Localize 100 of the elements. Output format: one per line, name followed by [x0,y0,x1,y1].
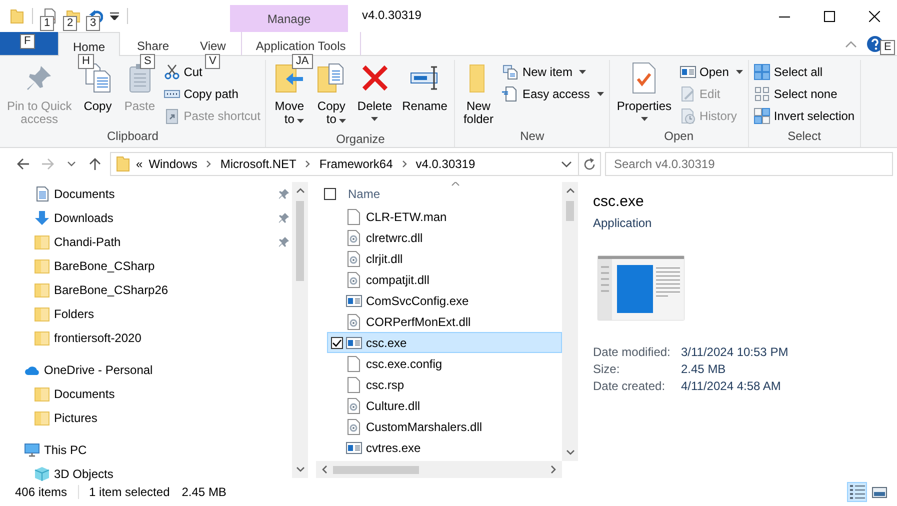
gear-file-icon [346,250,362,266]
nav-item[interactable]: Documents [0,182,292,206]
keytip: 1 [40,16,54,31]
file-row[interactable]: CORPerfMonExt.dll [327,311,562,332]
open-icon [680,64,696,80]
keytip: E [880,40,896,55]
nav-item[interactable]: Downloads [0,206,292,230]
file-row[interactable]: csc.rsp [327,374,562,395]
folder-icon [34,410,50,426]
dropdown-icon [561,160,572,168]
file-icon [346,208,362,224]
window-icon [346,440,362,456]
ribbon-button[interactable]: New item [500,62,606,82]
scroll-left-icon [322,465,327,474]
scrollbar-thumb[interactable] [333,466,419,474]
gear-file-icon [346,230,362,246]
contextual-tab-header: Manage [230,5,348,32]
ribbon-tab[interactable]: Share [120,32,186,55]
nav-item[interactable]: 3D Objects [0,462,292,486]
ribbon-button[interactable]: Copy to [311,60,352,132]
sort-caret-icon [451,182,460,186]
scroll-down-icon [566,450,574,455]
group-label: Select [786,129,822,145]
file-row[interactable]: ComSvcConfig.exe [327,290,562,311]
folder-icon [34,282,50,298]
nav-item[interactable]: Documents [0,382,292,406]
chevron-icon [305,160,310,168]
select-all-icon [754,64,770,80]
ribbon-button[interactable]: Select none [752,84,857,104]
keytip: S [140,54,156,69]
file-row[interactable]: csc.exe.config [327,353,562,374]
chevron-icon [206,160,212,168]
scrollbar-thumb[interactable] [296,201,304,281]
refresh-icon [583,158,596,170]
refresh-button[interactable] [579,152,601,176]
new-item-icon [502,64,518,80]
keytip: JA [292,54,313,69]
nav-item[interactable]: BareBone_CSharp26 [0,278,292,302]
status-text: 1 item selected [89,485,170,499]
scrollbar[interactable] [292,182,308,478]
ribbon-button[interactable]: Properties [612,60,676,123]
select-all-checkbox[interactable] [324,188,336,200]
file-row[interactable]: clretwrc.dll [327,227,562,248]
file-row[interactable]: cvtres.exe [327,437,562,458]
address-bar[interactable]: « Windows Microsoft.NET Framework64 v4.0.30319 [110,152,579,176]
file-row[interactable]: CustomMarshalers.dll [327,416,562,437]
search-field[interactable]: Search v4.0.30319 [605,152,893,176]
breadcrumb[interactable]: Windows [148,157,198,171]
back-icon [16,157,30,171]
nav-item[interactable]: BareBone_CSharp [0,254,292,278]
details-view-button[interactable] [847,482,867,502]
ribbon-tab[interactable]: Home [58,32,120,56]
ribbon-tab[interactable]: Application Tools [254,32,347,55]
breadcrumb[interactable]: Framework64 [319,157,393,171]
file-row[interactable]: clrjit.dll [327,248,562,269]
nav-item[interactable]: Chandi-Path [0,230,292,254]
scroll-down-icon [296,467,304,472]
nav-item[interactable]: Folders [0,302,292,326]
file-row[interactable]: CLR-ETW.man [327,206,562,227]
ribbon-button[interactable]: New folder [458,60,498,128]
ribbon-tab[interactable]: View [185,32,241,55]
ribbon-button[interactable]: Delete [353,60,396,123]
file-row[interactable]: csc.exe [327,332,562,353]
ribbon-button[interactable]: Easy access [500,84,606,104]
breadcrumb[interactable]: v4.0.30319 [416,157,476,171]
nav-item[interactable]: Pictures [0,406,292,430]
file-row[interactable]: compatjit.dll [327,269,562,290]
scrollbar-thumb[interactable] [566,201,574,221]
forward-icon [40,157,54,171]
folder-icon [34,330,50,346]
close-icon [869,10,880,22]
nav-item[interactable]: OneDrive - Personal [0,358,292,382]
ribbon-button[interactable]: Copy path [162,84,262,104]
ribbon-button[interactable]: Select all [752,62,857,82]
nav-item[interactable]: frontiersoft-2020 [0,326,292,350]
ribbon-button[interactable]: Invert selection [752,106,857,126]
nav-item[interactable]: This PC [0,438,292,462]
scrollbar[interactable] [562,182,578,461]
row-checkbox[interactable] [331,336,343,348]
property-value: 3/11/2024 10:53 PM [681,345,790,359]
scrollbar[interactable] [316,461,562,478]
breadcrumb[interactable]: Microsoft.NET [220,157,296,171]
computer-icon [24,442,40,458]
file-tab[interactable]: F [0,32,58,55]
invert-selection-icon [754,108,770,124]
overflow-chevrons[interactable]: « [136,157,143,171]
gear-file-icon [346,418,362,434]
folder-icon [34,306,50,322]
file-row[interactable]: Culture.dll [327,395,562,416]
file-type: Application [593,216,653,230]
ribbon-button[interactable]: Open [678,62,745,82]
ribbon-button[interactable]: Rename [398,60,452,115]
column-header[interactable]: Name [348,187,380,201]
status-text: 406 items [15,485,68,499]
folder-icon [34,386,50,402]
keytip: H [78,54,94,69]
group-label: Organize [335,132,386,147]
folder-icon [116,156,130,172]
property-value: 4/11/2024 4:58 AM [681,379,782,393]
folder-icon [34,258,50,274]
